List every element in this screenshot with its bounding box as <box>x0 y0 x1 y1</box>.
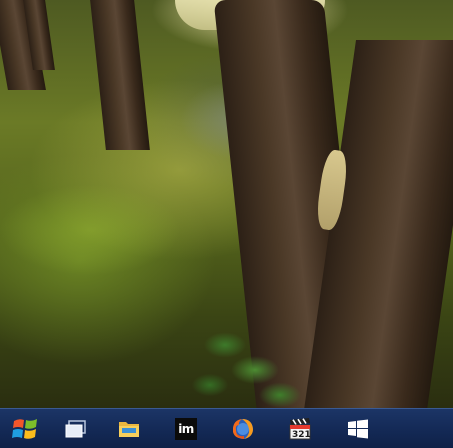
start-button[interactable] <box>9 413 41 445</box>
folder-icon <box>119 422 139 437</box>
desktop-wallpaper <box>0 0 453 408</box>
firefox-icon <box>233 419 253 439</box>
wallpaper-grass <box>0 170 240 300</box>
wallpaper-tree-trunk <box>90 0 150 150</box>
media-player-button[interactable]: 321 <box>284 413 316 445</box>
taskbar: im 321 <box>0 408 453 448</box>
im-icon: im <box>175 418 197 440</box>
firefox-button[interactable] <box>227 413 259 445</box>
task-view-icon <box>65 420 86 438</box>
windows-store-icon <box>348 419 368 439</box>
store-button[interactable] <box>342 413 374 445</box>
im-app-button[interactable]: im <box>170 413 202 445</box>
file-explorer-button[interactable] <box>113 413 145 445</box>
wallpaper-fern <box>185 315 305 408</box>
clapperboard-label: 321 <box>292 430 311 440</box>
task-view-button[interactable] <box>60 413 92 445</box>
windows-logo-icon <box>12 419 37 439</box>
